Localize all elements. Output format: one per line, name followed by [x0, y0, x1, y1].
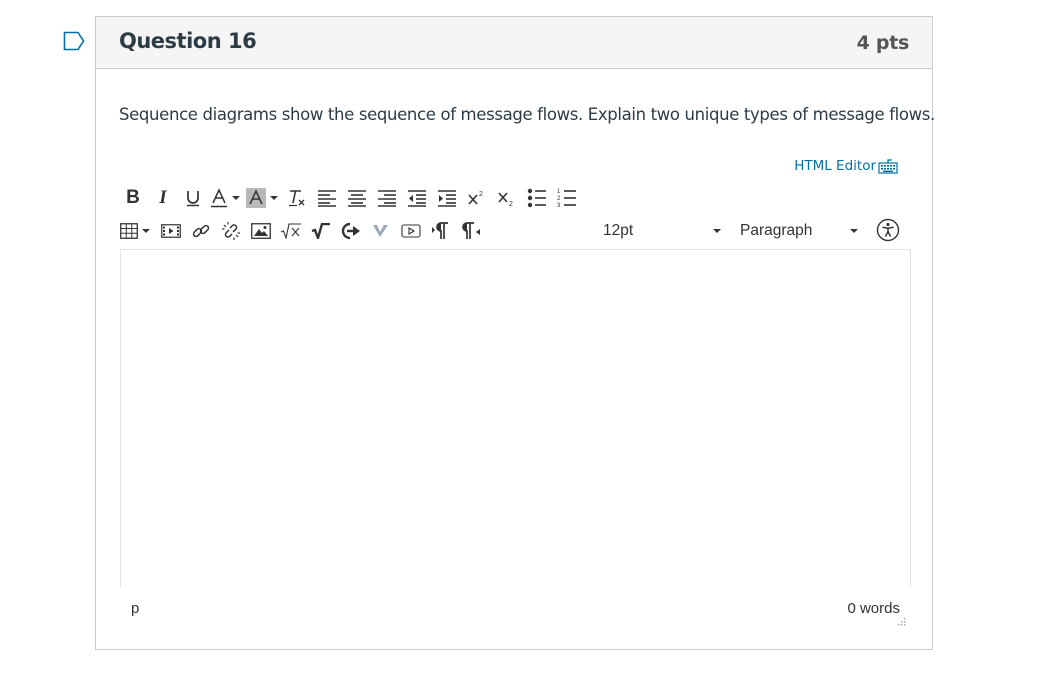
accessibility-checker-button[interactable]: [876, 218, 902, 244]
media-icon: [161, 224, 181, 238]
video-button[interactable]: [398, 218, 424, 244]
vimeo-icon: [373, 225, 388, 237]
question-header: Question 16 4 pts: [96, 17, 932, 69]
align-left-icon: [318, 190, 336, 207]
block-format-value: Paragraph: [740, 222, 813, 239]
outdent-button[interactable]: [404, 185, 430, 211]
bullet-list-icon: [527, 188, 546, 208]
svg-text:2: 2: [509, 201, 513, 207]
clear-formatting-button[interactable]: [284, 185, 310, 211]
link-button[interactable]: [188, 218, 214, 244]
font-size-value: 12pt: [603, 222, 634, 239]
align-right-button[interactable]: [374, 185, 400, 211]
ltr-button[interactable]: [428, 218, 454, 244]
right-to-left-icon: [462, 222, 480, 239]
background-color-icon: [246, 188, 266, 208]
square-root-icon: [280, 223, 301, 239]
subscript-icon: 2: [498, 192, 513, 207]
indent-icon: [438, 190, 456, 207]
question-card: Question 16 4 pts Sequence diagrams show…: [95, 16, 935, 650]
math-icon: [311, 223, 330, 239]
subscript-button[interactable]: 2: [494, 185, 520, 211]
text-color-icon: [211, 188, 227, 208]
font-size-select[interactable]: 12pt: [603, 216, 723, 246]
keyboard-icon: [878, 159, 898, 174]
numbered-list-icon: 123: [557, 189, 576, 208]
underline-button[interactable]: [180, 185, 206, 211]
bold-icon: B: [126, 187, 140, 208]
video-icon: [401, 224, 421, 238]
chevron-down-icon: [270, 196, 278, 200]
background-color-button[interactable]: [246, 185, 278, 211]
embed-button[interactable]: [338, 218, 364, 244]
link-icon: [192, 224, 210, 238]
clear-formatting-icon: [289, 190, 305, 207]
italic-icon: I: [159, 187, 167, 208]
accessibility-icon: [876, 218, 900, 242]
text-color-button[interactable]: [210, 185, 240, 211]
align-center-button[interactable]: [344, 185, 370, 211]
table-icon: [120, 223, 138, 239]
image-button[interactable]: [248, 218, 274, 244]
vimeo-button[interactable]: [368, 218, 394, 244]
editor-toolbar-row-2: 12pt Paragraph: [120, 216, 910, 246]
chevron-down-icon: [142, 229, 150, 233]
align-center-icon: [348, 190, 366, 207]
left-to-right-icon: [432, 222, 448, 239]
svg-text:1: 1: [557, 189, 561, 195]
word-count: 0 words: [847, 600, 900, 617]
svg-text:3: 3: [557, 203, 561, 208]
italic-button[interactable]: I: [150, 185, 176, 211]
equation-button[interactable]: [278, 218, 304, 244]
svg-text:2: 2: [479, 191, 483, 198]
question-points: 4 pts: [856, 32, 910, 54]
math-button[interactable]: [308, 218, 334, 244]
editor-toolbar-row-1: B I 2 2 1 2 3: [120, 183, 584, 213]
unlink-button[interactable]: [218, 218, 244, 244]
svg-text:2: 2: [557, 196, 561, 202]
embed-arrow-icon: [341, 222, 360, 240]
image-icon: [251, 223, 271, 239]
chevron-down-icon: [713, 229, 721, 233]
indent-button[interactable]: [434, 185, 460, 211]
html-editor-label: HTML Editor: [794, 158, 876, 174]
table-button[interactable]: [120, 218, 150, 244]
block-format-select[interactable]: Paragraph: [740, 216, 858, 246]
underline-icon: [187, 191, 199, 207]
unlink-icon: [222, 222, 240, 240]
align-left-button[interactable]: [314, 185, 340, 211]
chevron-down-icon: [232, 196, 240, 200]
question-title: Question 16: [119, 29, 257, 53]
numbered-list-button[interactable]: 123: [554, 185, 580, 211]
outdent-icon: [408, 190, 426, 207]
element-path[interactable]: p: [131, 600, 139, 617]
superscript-button[interactable]: 2: [464, 185, 490, 211]
flag-question-icon[interactable]: [63, 31, 85, 51]
chevron-down-icon: [850, 229, 858, 233]
rich-content-editor[interactable]: [120, 249, 911, 587]
html-editor-link[interactable]: HTML Editor: [794, 158, 898, 174]
bullet-list-button[interactable]: [524, 185, 550, 211]
superscript-icon: 2: [468, 191, 483, 205]
resize-handle-icon[interactable]: [895, 615, 907, 627]
align-right-icon: [378, 190, 396, 207]
media-button[interactable]: [158, 218, 184, 244]
bold-button[interactable]: B: [120, 185, 146, 211]
question-text: Sequence diagrams show the sequence of m…: [119, 105, 935, 124]
rtl-button[interactable]: [458, 218, 484, 244]
